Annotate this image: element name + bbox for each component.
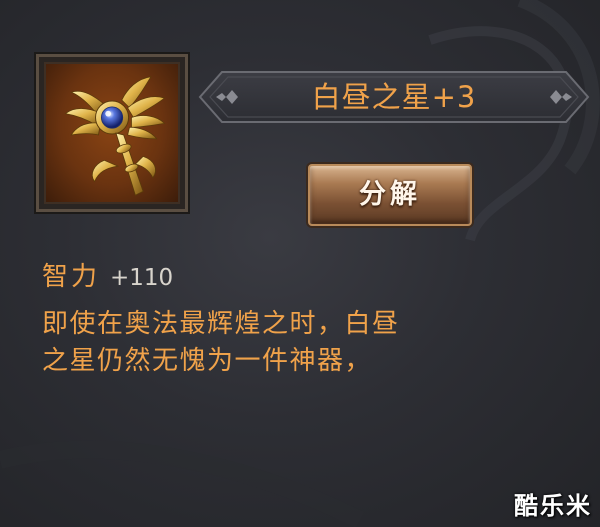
item-icon-frame[interactable] [34, 52, 190, 214]
watermark: 酷乐米 [514, 492, 592, 520]
golden-winged-scepter-icon [64, 76, 166, 196]
stat-name: 智力 [42, 262, 101, 292]
stat-row-intelligence: 智力 +110 [42, 258, 173, 296]
item-name: 白昼之星+3 [311, 80, 477, 114]
stat-value: +110 [110, 265, 174, 291]
decompose-button-label: 分解 [359, 179, 421, 210]
description-line-2: 之星仍然无愧为一件神器， [42, 346, 373, 376]
decompose-button[interactable]: 分解 [308, 164, 472, 226]
item-icon-slot [44, 62, 180, 204]
description-line-1: 即使在奥法最辉煌之时，白昼 [42, 309, 400, 339]
item-title-banner: 白昼之星+3 [196, 68, 592, 126]
item-tooltip-panel: 白昼之星+3 分解 智力 +110 即使在奥法最辉煌之时，白昼 之星仍然无愧为一件… [0, 0, 600, 527]
item-description: 即使在奥法最辉煌之时，白昼 之星仍然无愧为一件神器， [42, 306, 452, 380]
